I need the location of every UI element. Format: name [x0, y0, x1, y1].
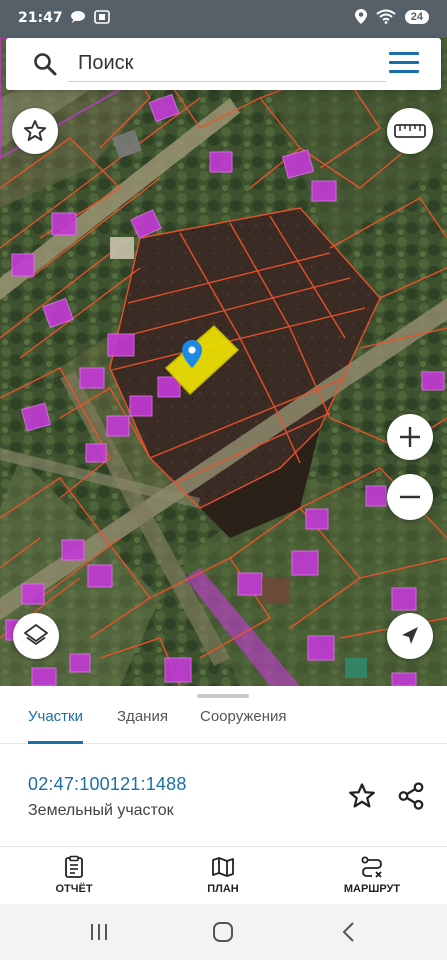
- navigation-arrow-icon: [402, 627, 418, 644]
- nav-plan-label: ПЛАН: [207, 883, 239, 895]
- minus-icon: [400, 495, 420, 499]
- zoom-out-button[interactable]: [387, 474, 433, 520]
- star-outline-icon: [23, 120, 47, 141]
- tab-parcels[interactable]: Участки: [28, 706, 83, 744]
- wifi-icon: [376, 9, 396, 24]
- nav-report[interactable]: ОТЧЁТ: [24, 855, 124, 895]
- nav-report-label: ОТЧЁТ: [55, 883, 93, 895]
- recent-apps-icon[interactable]: [84, 918, 114, 946]
- layers-button[interactable]: [13, 613, 59, 659]
- favorite-icon[interactable]: [347, 781, 377, 811]
- battery-icon: 24: [404, 9, 429, 24]
- zoom-in-button[interactable]: [387, 414, 433, 460]
- favorite-star-button[interactable]: [12, 108, 58, 154]
- search-bar: [6, 38, 441, 90]
- map-view[interactable]: [0, 38, 447, 686]
- status-bar: 21:47 24: [0, 0, 447, 38]
- cadastral-number[interactable]: 02:47:100121:1488: [28, 774, 187, 795]
- sheet-drag-handle[interactable]: [197, 694, 249, 698]
- menu-icon[interactable]: [389, 52, 419, 76]
- nav-plan[interactable]: ПЛАН: [173, 855, 273, 895]
- tab-buildings[interactable]: Здания: [117, 706, 168, 744]
- location-icon: [354, 9, 367, 24]
- home-icon[interactable]: [208, 918, 238, 946]
- system-navigation-bar: [0, 904, 447, 960]
- my-location-button[interactable]: [387, 613, 433, 659]
- nav-route-label: МАРШРУТ: [343, 883, 401, 895]
- bottom-sheet: Участки Здания Сооружения 02:47:100121:1…: [0, 686, 447, 846]
- status-left-icons: [70, 10, 110, 24]
- report-icon: [65, 855, 83, 878]
- search-input[interactable]: [68, 46, 386, 82]
- map-icon: [212, 857, 234, 877]
- share-icon[interactable]: [396, 781, 426, 811]
- satellite-map[interactable]: [0, 38, 447, 686]
- status-time: 21:47: [18, 10, 63, 26]
- tab-structures[interactable]: Сооружения: [200, 706, 287, 744]
- layers-icon: [24, 624, 48, 645]
- status-right-icons: 24: [354, 9, 429, 24]
- search-icon[interactable]: [32, 51, 58, 77]
- back-icon[interactable]: [334, 918, 364, 946]
- parcel-type: Земельный участок: [28, 802, 174, 819]
- object-tabs: Участки Здания Сооружения: [0, 704, 447, 744]
- ruler-icon: [394, 124, 426, 138]
- bottom-navigation: ОТЧЁТ ПЛАН МАРШРУТ: [0, 846, 447, 904]
- screenshot-icon: [94, 10, 110, 24]
- plus-icon: [400, 427, 420, 447]
- ruler-button[interactable]: [387, 108, 433, 154]
- chat-bubble-icon: [71, 11, 85, 23]
- route-icon: [361, 856, 382, 878]
- nav-route[interactable]: МАРШРУТ: [322, 855, 422, 895]
